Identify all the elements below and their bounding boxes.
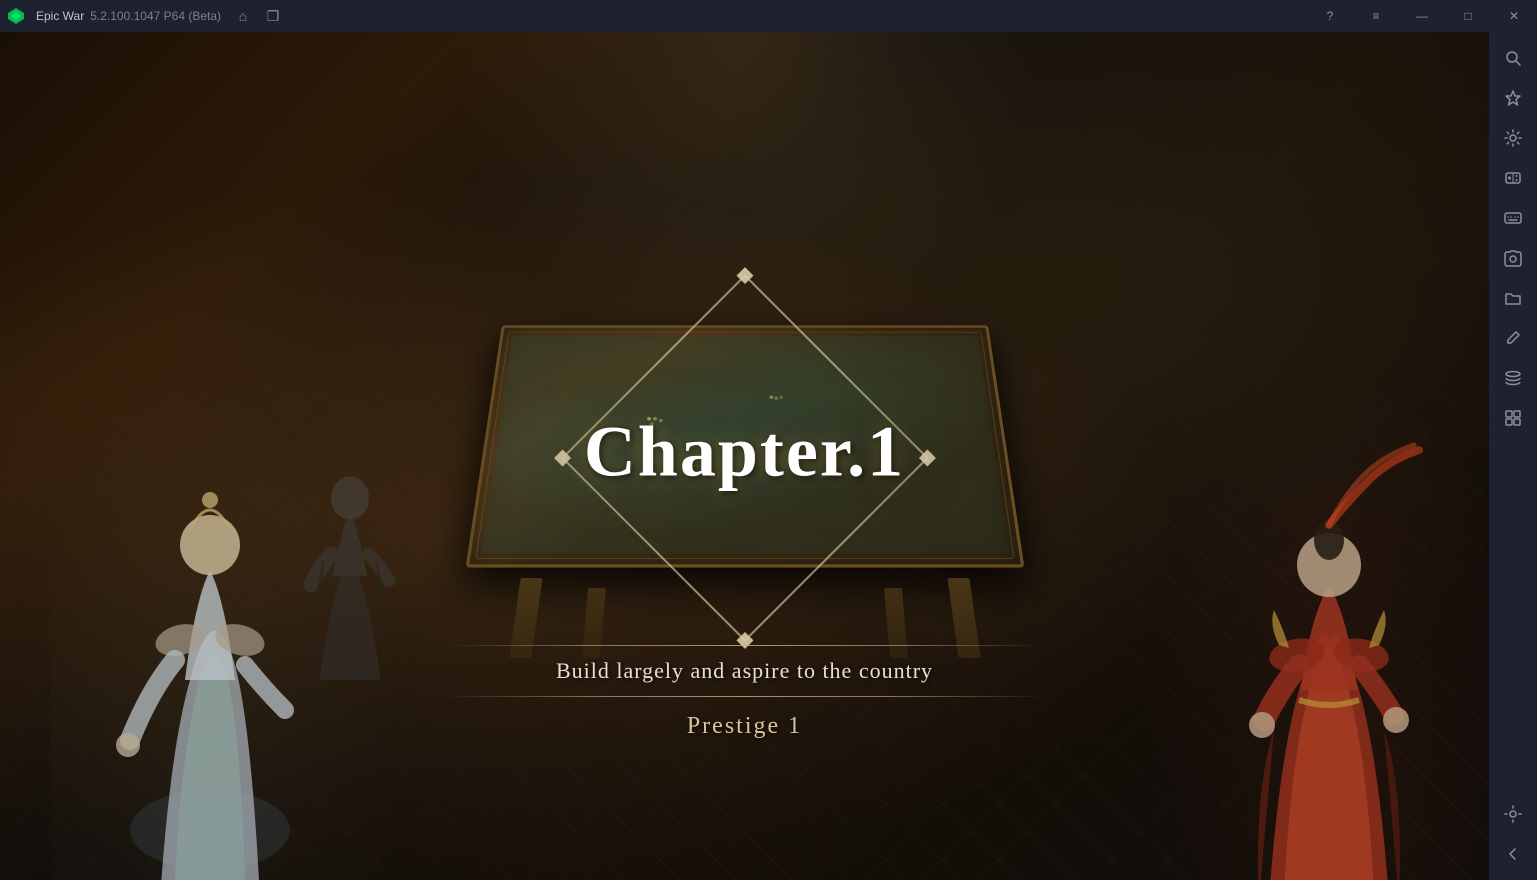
character-right xyxy=(1219,380,1439,880)
settings-top-button[interactable] xyxy=(1495,120,1531,156)
multi-instance-button[interactable]: ❐ xyxy=(259,2,287,30)
titlebar-icons: ⌂ ❐ xyxy=(229,2,287,30)
titlebar: Epic War 5.2.100.1047 P64 (Beta) ⌂ ❐ ? ≡… xyxy=(0,0,1537,32)
subtitle-text: Build largely and aspire to the country xyxy=(445,658,1045,684)
folder-button[interactable] xyxy=(1495,280,1531,316)
app-version: 5.2.100.1047 P64 (Beta) xyxy=(90,9,221,23)
maximize-button[interactable]: □ xyxy=(1445,0,1491,32)
chapter-title-container: Chapter.1 xyxy=(584,410,905,493)
menu-button[interactable]: ≡ xyxy=(1353,0,1399,32)
game-area[interactable]: Chapter.1 Build largely and aspire to th… xyxy=(0,32,1489,880)
app-title: Epic War xyxy=(36,9,84,23)
controls-button[interactable] xyxy=(1495,160,1531,196)
edit-button[interactable] xyxy=(1495,320,1531,356)
back-navigation-button[interactable] xyxy=(1495,836,1531,872)
right-sidebar xyxy=(1489,32,1537,880)
keyboard-button[interactable] xyxy=(1495,200,1531,236)
window-controls: ? ≡ — □ ✕ xyxy=(1307,0,1537,32)
advanced-button[interactable] xyxy=(1495,400,1531,436)
home-button[interactable]: ⌂ xyxy=(229,2,257,30)
settings-bottom-button[interactable] xyxy=(1495,796,1531,832)
prestige-label: Prestige 1 xyxy=(445,713,1045,740)
minimize-button[interactable]: — xyxy=(1399,0,1445,32)
chapter-heading: Chapter.1 xyxy=(584,410,905,493)
app-logo xyxy=(0,0,32,32)
subtitle-area: Build largely and aspire to the country … xyxy=(445,645,1045,740)
help-button[interactable]: ? xyxy=(1307,0,1353,32)
search-button[interactable] xyxy=(1495,40,1531,76)
subtitle-line-bottom xyxy=(445,696,1045,697)
screenshot-button[interactable] xyxy=(1495,240,1531,276)
layers-button[interactable] xyxy=(1495,360,1531,396)
character-back-left xyxy=(290,420,410,680)
subtitle-line-top xyxy=(445,645,1045,646)
character-left xyxy=(100,400,320,880)
close-button[interactable]: ✕ xyxy=(1491,0,1537,32)
favorite-button[interactable] xyxy=(1495,80,1531,116)
